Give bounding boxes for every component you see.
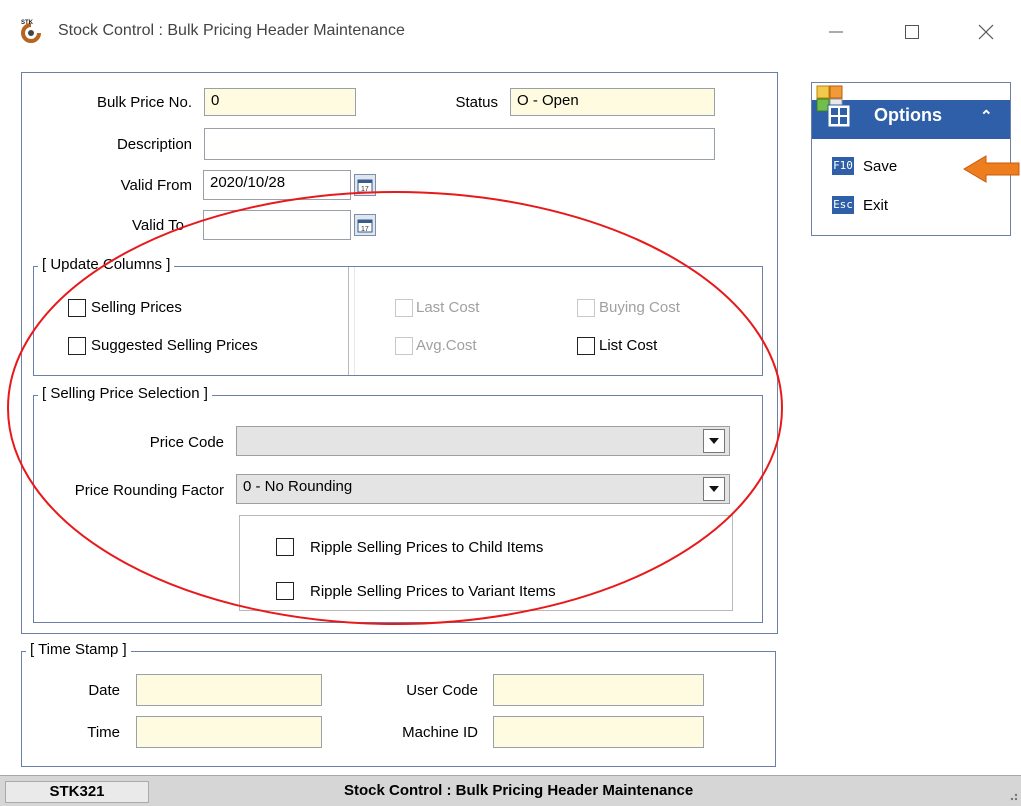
status-field[interactable]: O - Open: [510, 88, 715, 116]
time-stamp-title: [ Time Stamp ]: [26, 641, 131, 658]
date-label: Date: [88, 682, 120, 699]
description-field[interactable]: [204, 128, 715, 160]
time-stamp-group: [21, 651, 776, 767]
options-header[interactable]: Options ⌃: [812, 83, 1010, 139]
window-title: Stock Control : Bulk Pricing Header Main…: [58, 22, 405, 39]
time-field[interactable]: [136, 716, 322, 748]
options-title: Options: [874, 105, 942, 125]
app-icon: STK: [21, 20, 41, 43]
time-label: Time: [87, 724, 120, 741]
bulk-price-no-field[interactable]: 0: [204, 88, 356, 116]
status-bar: STK321 Stock Control : Bulk Pricing Head…: [0, 775, 1021, 806]
save-option[interactable]: F10 Save: [832, 157, 897, 175]
resize-grip-icon[interactable]: [1005, 788, 1019, 802]
esc-key-icon: Esc: [832, 196, 854, 214]
status-title: Stock Control : Bulk Pricing Header Main…: [344, 782, 694, 799]
minimize-icon: [829, 31, 843, 33]
maximize-icon: [905, 25, 919, 39]
close-icon: [978, 24, 994, 40]
minimize-button[interactable]: [812, 14, 860, 50]
close-button[interactable]: [962, 14, 1010, 50]
user-code-field[interactable]: [493, 674, 704, 706]
date-field[interactable]: [136, 674, 322, 706]
maximize-button[interactable]: [888, 14, 936, 50]
annotation-arrow: [963, 155, 1020, 183]
exit-label: Exit: [863, 196, 889, 214]
status-program-code: STK321: [5, 781, 149, 803]
collapse-icon[interactable]: ⌃: [980, 107, 993, 125]
f10-key-icon: F10: [832, 157, 854, 175]
user-code-label: User Code: [406, 682, 478, 699]
exit-option[interactable]: Esc Exit: [832, 196, 888, 214]
description-label: Description: [116, 136, 192, 153]
annotation-ellipse: [7, 191, 783, 625]
svg-text:STK: STK: [21, 20, 34, 26]
machine-id-label: Machine ID: [402, 724, 478, 741]
status-label: Status: [455, 94, 498, 111]
save-label: Save: [863, 157, 898, 175]
machine-id-field[interactable]: [493, 716, 704, 748]
options-grid-icon: [816, 85, 851, 128]
bulk-price-no-label: Bulk Price No.: [96, 94, 192, 111]
title-bar: STK Stock Control : Bulk Pricing Header …: [0, 0, 1021, 62]
